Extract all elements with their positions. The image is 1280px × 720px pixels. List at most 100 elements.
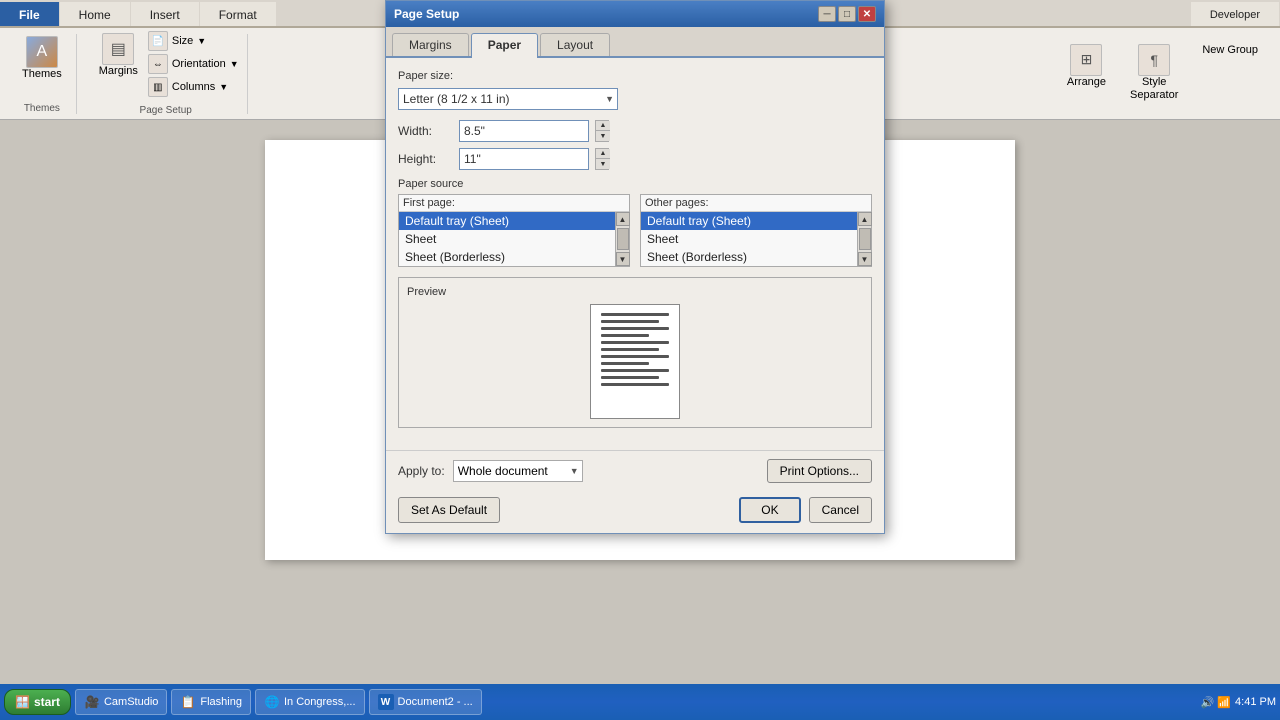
width-down-arrow[interactable]: ▼	[596, 131, 610, 141]
tab-home[interactable]: Home	[60, 2, 130, 26]
themes-label: Themes	[22, 68, 62, 80]
taskbar: 🪟 start 🎥 CamStudio 📋 Flashing 🌐 In Cong…	[0, 684, 1280, 720]
size-button[interactable]: 📄 Size ▼	[148, 31, 239, 51]
set-as-default-button[interactable]: Set As Default	[398, 497, 500, 523]
paper-size-select-wrapper: Letter (8 1/2 x 11 in) A4 Legal	[398, 88, 618, 110]
tab-insert-label: Insert	[150, 8, 180, 22]
dialog-tabs: Margins Paper Layout	[386, 27, 884, 58]
height-spinner: ▲ ▼	[595, 148, 609, 170]
maximize-button[interactable]: □	[838, 6, 856, 22]
ok-label: OK	[761, 503, 778, 517]
arrange-button[interactable]: ⊞ Arrange	[1061, 42, 1112, 90]
other-pages-label: Other pages:	[641, 195, 871, 212]
first-page-scroll-thumb[interactable]	[617, 228, 629, 250]
height-row: Height: ▲ ▼	[398, 148, 872, 170]
height-input[interactable]	[459, 148, 589, 170]
paper-source-label: Paper source	[398, 178, 872, 190]
preview-line-1	[601, 313, 669, 316]
other-pages-item-0[interactable]: Default tray (Sheet)	[641, 212, 857, 230]
taskbar-item-browser[interactable]: 🌐 In Congress,...	[255, 689, 365, 715]
tab-file[interactable]: File	[0, 2, 59, 26]
size-chevron: ▼	[197, 36, 206, 46]
ribbon-group-page-setup: ▤ Margins 📄 Size ▼ ⇔ Orientation ▼	[85, 34, 248, 114]
layout-tab-label: Layout	[557, 38, 593, 52]
taskbar-item-flashing[interactable]: 📋 Flashing	[171, 689, 251, 715]
print-options-button[interactable]: Print Options...	[767, 459, 872, 483]
themes-icon: A	[26, 36, 58, 68]
tab-paper[interactable]: Paper	[471, 33, 538, 58]
first-page-scroll-up[interactable]: ▲	[616, 212, 630, 226]
themes-button[interactable]: A Themes	[16, 34, 68, 82]
other-pages-scroll-up[interactable]: ▲	[858, 212, 872, 226]
tab-margins[interactable]: Margins	[392, 33, 469, 56]
tab-home-label: Home	[79, 8, 111, 22]
start-label: start	[34, 695, 60, 709]
style-separator-button[interactable]: ¶ StyleSeparator	[1124, 42, 1184, 104]
tab-file-label: File	[19, 8, 40, 22]
tab-developer-label: Developer	[1210, 9, 1260, 21]
preview-line-5	[601, 341, 669, 344]
word-icon: W	[378, 694, 394, 710]
close-button[interactable]: ✕	[858, 6, 876, 22]
arrange-label: Arrange	[1067, 76, 1106, 88]
margins-label: Margins	[99, 65, 138, 77]
columns-label: Columns	[172, 81, 215, 93]
clock: 4:41 PM	[1235, 696, 1276, 708]
first-page-scroll-down[interactable]: ▼	[616, 252, 630, 266]
word-label: Document2 - ...	[398, 696, 473, 708]
tab-format[interactable]: Format	[200, 2, 276, 26]
paper-size-label: Paper size:	[398, 70, 872, 82]
other-pages-list-container: Default tray (Sheet) Sheet Sheet (Border…	[641, 212, 871, 266]
first-page-item-1[interactable]: Sheet	[399, 230, 615, 248]
height-down-arrow[interactable]: ▼	[596, 159, 610, 169]
camstudio-label: CamStudio	[104, 696, 158, 708]
dialog-title: Page Setup	[394, 7, 459, 21]
arrange-icon: ⊞	[1070, 44, 1102, 76]
margins-button[interactable]: ▤ Margins	[93, 31, 144, 97]
first-page-item-2[interactable]: Sheet (Borderless)	[399, 248, 615, 266]
tab-format-label: Format	[219, 8, 257, 22]
tab-layout[interactable]: Layout	[540, 33, 610, 56]
width-input[interactable]	[459, 120, 589, 142]
taskbar-item-camstudio[interactable]: 🎥 CamStudio	[75, 689, 167, 715]
source-section: First page: Default tray (Sheet) Sheet S…	[398, 194, 872, 267]
new-group-label: New Group	[1202, 44, 1258, 56]
new-group-button[interactable]: New Group	[1196, 42, 1264, 58]
columns-icon: ▥	[148, 77, 168, 97]
other-pages-item-1[interactable]: Sheet	[641, 230, 857, 248]
start-button[interactable]: 🪟 start	[4, 689, 71, 715]
apply-to-select-wrapper: Whole document This section This point f…	[453, 460, 583, 482]
taskbar-item-word[interactable]: W Document2 - ...	[369, 689, 482, 715]
preview-section: Preview	[398, 277, 872, 428]
ok-button[interactable]: OK	[739, 497, 800, 523]
paper-size-select[interactable]: Letter (8 1/2 x 11 in) A4 Legal	[398, 88, 618, 110]
size-label: Size	[172, 35, 193, 47]
width-up-arrow[interactable]: ▲	[596, 121, 610, 131]
other-pages-scroll-thumb[interactable]	[859, 228, 871, 250]
preview-line-11	[601, 383, 669, 386]
dialog-body: Paper size: Letter (8 1/2 x 11 in) A4 Le…	[386, 58, 884, 450]
tab-developer[interactable]: Developer	[1191, 2, 1279, 26]
preview-line-9	[601, 369, 669, 372]
print-options-label: Print Options...	[780, 464, 859, 478]
orientation-button[interactable]: ⇔ Orientation ▼	[148, 54, 239, 74]
other-pages-scroll-down[interactable]: ▼	[858, 252, 872, 266]
preview-line-4	[601, 334, 649, 337]
height-up-arrow[interactable]: ▲	[596, 149, 610, 159]
browser-icon: 🌐	[264, 694, 280, 710]
first-page-list: Default tray (Sheet) Sheet Sheet (Border…	[399, 212, 615, 266]
columns-chevron: ▼	[219, 82, 228, 92]
page-setup-dialog: Page Setup ─ □ ✕ Margins Paper Layout Pa…	[385, 0, 885, 534]
themes-group-label: Themes	[24, 103, 60, 114]
flashing-label: Flashing	[200, 696, 242, 708]
cancel-button[interactable]: Cancel	[809, 497, 872, 523]
tab-insert[interactable]: Insert	[131, 2, 199, 26]
preview-line-3	[601, 327, 669, 330]
apply-to-select[interactable]: Whole document This section This point f…	[453, 460, 583, 482]
first-page-scrollbar: ▲ ▼	[615, 212, 629, 266]
paper-size-row: Letter (8 1/2 x 11 in) A4 Legal	[398, 88, 872, 110]
minimize-button[interactable]: ─	[818, 6, 836, 22]
columns-button[interactable]: ▥ Columns ▼	[148, 77, 239, 97]
other-pages-item-2[interactable]: Sheet (Borderless)	[641, 248, 857, 266]
first-page-item-0[interactable]: Default tray (Sheet)	[399, 212, 615, 230]
